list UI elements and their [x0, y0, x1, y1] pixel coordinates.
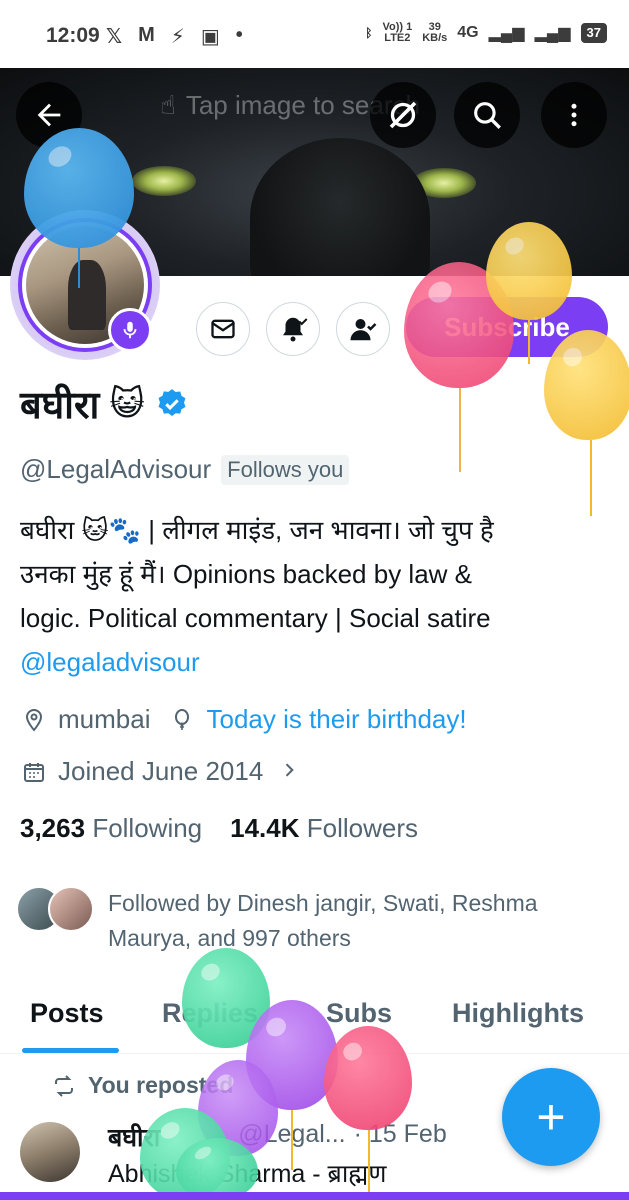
- bluetooth-icon: ᛒ: [365, 26, 373, 40]
- message-button[interactable]: [196, 302, 250, 356]
- balloon-blue: [24, 128, 134, 248]
- tab-indicator: [22, 1048, 119, 1053]
- compose-fab[interactable]: +: [502, 1068, 600, 1166]
- joined-row[interactable]: Joined June 2014: [20, 756, 299, 787]
- tab-subs[interactable]: Subs: [326, 998, 392, 1029]
- gmail-icon: M: [138, 24, 155, 46]
- followed-by-text[interactable]: Followed by Dinesh jangir, Swati, Reshma…: [108, 886, 618, 956]
- display-name: बघीरा: [20, 385, 100, 427]
- volte-indicator: Vo)) 1 LTE2: [382, 21, 413, 44]
- post-author-avatar[interactable]: [20, 1122, 80, 1182]
- balloon-string: [291, 1110, 293, 1170]
- verified-badge-icon[interactable]: [155, 387, 189, 421]
- cat-emoji: 😺: [109, 385, 145, 423]
- following-button[interactable]: [336, 302, 390, 356]
- more-options-button[interactable]: [541, 82, 607, 148]
- bio-line: बघीरा 🐱🐾 | लीगल माइंड, जन भावना। जो चुप …: [20, 515, 494, 545]
- notification-icons: 𝕏 M ⚡ ▣ •: [106, 24, 243, 49]
- signal-bars-icon: ▂▄▆: [488, 25, 525, 42]
- bio-line: logic. Political commentary | Social sat…: [20, 603, 491, 633]
- banner-eye-left: [132, 166, 196, 196]
- mini-avatar: [48, 886, 94, 932]
- balloon-yellow-2: [544, 330, 629, 440]
- system-icons: ᛒ Vo)) 1 LTE2 39 KB/s 4G ▂▄▆ ▂▄▆ 37: [365, 22, 607, 44]
- person-check-icon: [350, 319, 377, 341]
- location-text: mumbai: [58, 704, 151, 734]
- status-time: 12:09: [46, 24, 100, 47]
- handle-row: @LegalAdvisour Follows you: [20, 454, 350, 485]
- repost-icon: [55, 1074, 73, 1097]
- meta-row-location: mumbai Today is their birthday!: [20, 704, 467, 735]
- search-icon: [474, 102, 501, 129]
- dot-icon: •: [235, 24, 243, 46]
- location-pin-icon: [20, 706, 48, 734]
- balloon-icon: [168, 706, 196, 734]
- followed-by-avatars[interactable]: [16, 886, 94, 932]
- microphone-icon: [123, 321, 137, 339]
- search-button[interactable]: [454, 82, 520, 148]
- bio-mention-link[interactable]: @legaladvisour: [20, 640, 610, 684]
- battery-icon: 37: [580, 23, 607, 43]
- calendar-icon: [20, 758, 48, 786]
- network-type: 4G: [457, 24, 479, 41]
- tap-hand-icon: ☝: [160, 90, 176, 120]
- signal-icon: ⚡: [170, 26, 185, 48]
- status-bar: 12:09 𝕏 M ⚡ ▣ • ᛒ Vo)) 1 LTE2 39 KB/s 4G…: [0, 0, 629, 68]
- user-handle: @LegalAdvisour: [20, 454, 212, 484]
- bell-check-icon: [283, 317, 308, 342]
- mail-icon: [211, 319, 235, 339]
- followers-link[interactable]: 14.4K Followers: [230, 813, 418, 844]
- back-arrow-icon: [37, 103, 61, 127]
- app-icon: ▣: [200, 26, 220, 48]
- balloon-pink-2: [324, 1026, 412, 1130]
- bio: बघीरा 🐱🐾 | लीगल माइंड, जन भावना। जो चुप …: [20, 508, 610, 684]
- joined-text: Joined June 2014: [58, 756, 264, 786]
- banner-figure: [250, 138, 430, 276]
- tab-highlights[interactable]: Highlights: [452, 998, 584, 1029]
- notifications-button[interactable]: [266, 302, 320, 356]
- no-grok-button[interactable]: [370, 82, 436, 148]
- balloon-string: [528, 320, 530, 364]
- balloon-string: [78, 248, 80, 288]
- voice-badge[interactable]: [108, 308, 152, 352]
- signal-bars-2-icon: ▂▄▆: [534, 25, 571, 42]
- follows-you-badge: Follows you: [221, 454, 350, 485]
- balloon-string: [590, 440, 592, 516]
- chevron-right-icon: [279, 756, 299, 787]
- balloon-yellow: [486, 222, 572, 320]
- balloon-string: [368, 1130, 370, 1192]
- balloon-string: [459, 388, 461, 472]
- grok-slash-icon: [389, 101, 417, 129]
- network-speed: 39 KB/s: [422, 21, 448, 44]
- birthday-text: Today is their birthday!: [206, 704, 467, 734]
- bottom-strip: [0, 1192, 629, 1200]
- following-link[interactable]: 3,263 Following: [20, 813, 202, 844]
- tab-posts[interactable]: Posts: [30, 998, 104, 1029]
- balloon-green-3: [176, 1138, 258, 1200]
- x-logo-icon: 𝕏: [106, 26, 123, 48]
- name-row: बघीरा 😺: [20, 378, 189, 430]
- bio-line: उनका मुंह हूं मैं। Opinions backed by la…: [20, 559, 473, 589]
- more-vertical-icon: [571, 103, 577, 127]
- follow-counts: 3,263 Following 14.4K Followers: [20, 813, 418, 844]
